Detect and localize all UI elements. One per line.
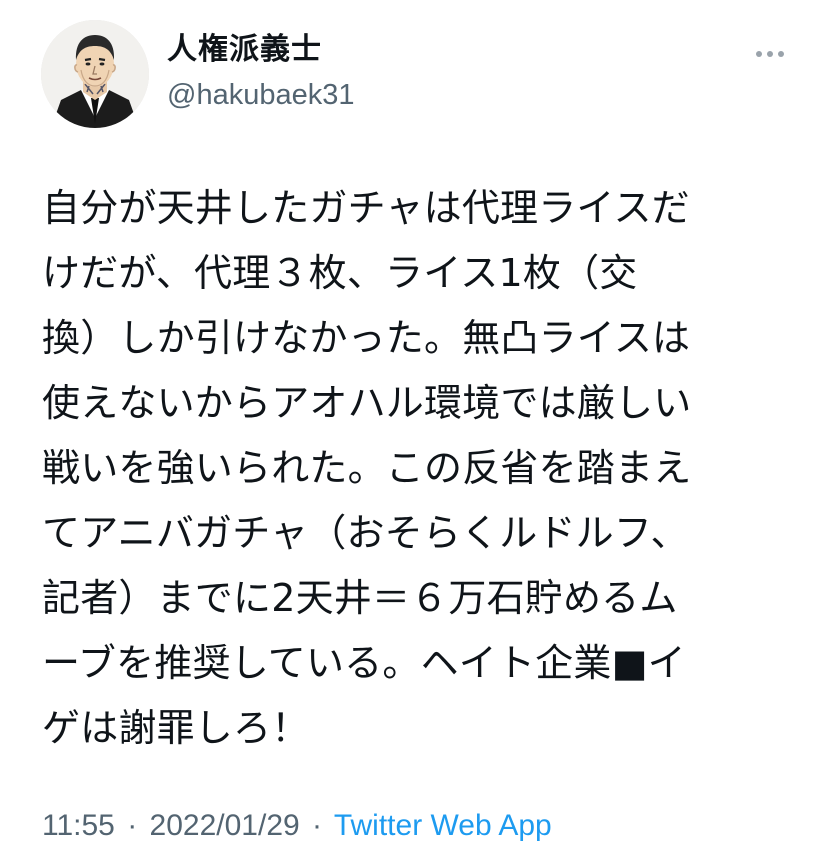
tweet-detail: 人権派義士 @hakubaek31 自分が天井したガチャは代理ライスだ けだが、… — [0, 0, 828, 863]
tweet-text-line: 自分が天井したガチャは代理ライスだ — [42, 186, 690, 230]
author-handle[interactable]: @hakubaek31 — [167, 77, 354, 113]
tweet-source-link[interactable]: Twitter Web App — [334, 809, 552, 842]
meta-separator: · — [312, 809, 323, 842]
tweet-text-line: 戦いを強いられた。この反省を踏まえ — [42, 446, 692, 490]
tweet-time[interactable]: 11:55 — [42, 809, 115, 842]
tweet-text-line: 記者）までに2天井＝６万石貯めるム — [42, 576, 678, 620]
tweet-text-line: けだが、代理３枚、ライス1枚（交 — [42, 251, 638, 295]
avatar-illustration-icon — [41, 20, 149, 128]
tweet-text-line: 換）しか引けなかった。無凸ライスは — [42, 316, 691, 360]
tweet-date[interactable]: 2022/01/29 — [150, 809, 300, 842]
tweet-text: 自分が天井したガチャは代理ライスだ けだが、代理３枚、ライス1枚（交 換）しか引… — [42, 176, 802, 761]
tweet-metadata: 11:55 · 2022/01/29 · Twitter Web App — [42, 806, 552, 846]
tweet-text-line: ゲは謝罪しろ！ — [42, 706, 310, 750]
tweet-text-line: 使えないからアオハル環境では厳しい — [42, 381, 692, 425]
tweet-text-line: てアニバガチャ（おそらくルドルフ、 — [42, 511, 689, 555]
more-options-icon — [778, 51, 784, 57]
meta-separator: · — [127, 809, 138, 842]
avatar[interactable] — [41, 20, 149, 128]
more-options-icon — [756, 51, 762, 57]
more-options-icon — [767, 51, 773, 57]
author-display-name[interactable]: 人権派義士 — [167, 30, 322, 70]
tweet-text-line: ーブを推奨している。ヘイト企業■イ — [42, 641, 686, 685]
more-options-button[interactable] — [748, 36, 792, 72]
